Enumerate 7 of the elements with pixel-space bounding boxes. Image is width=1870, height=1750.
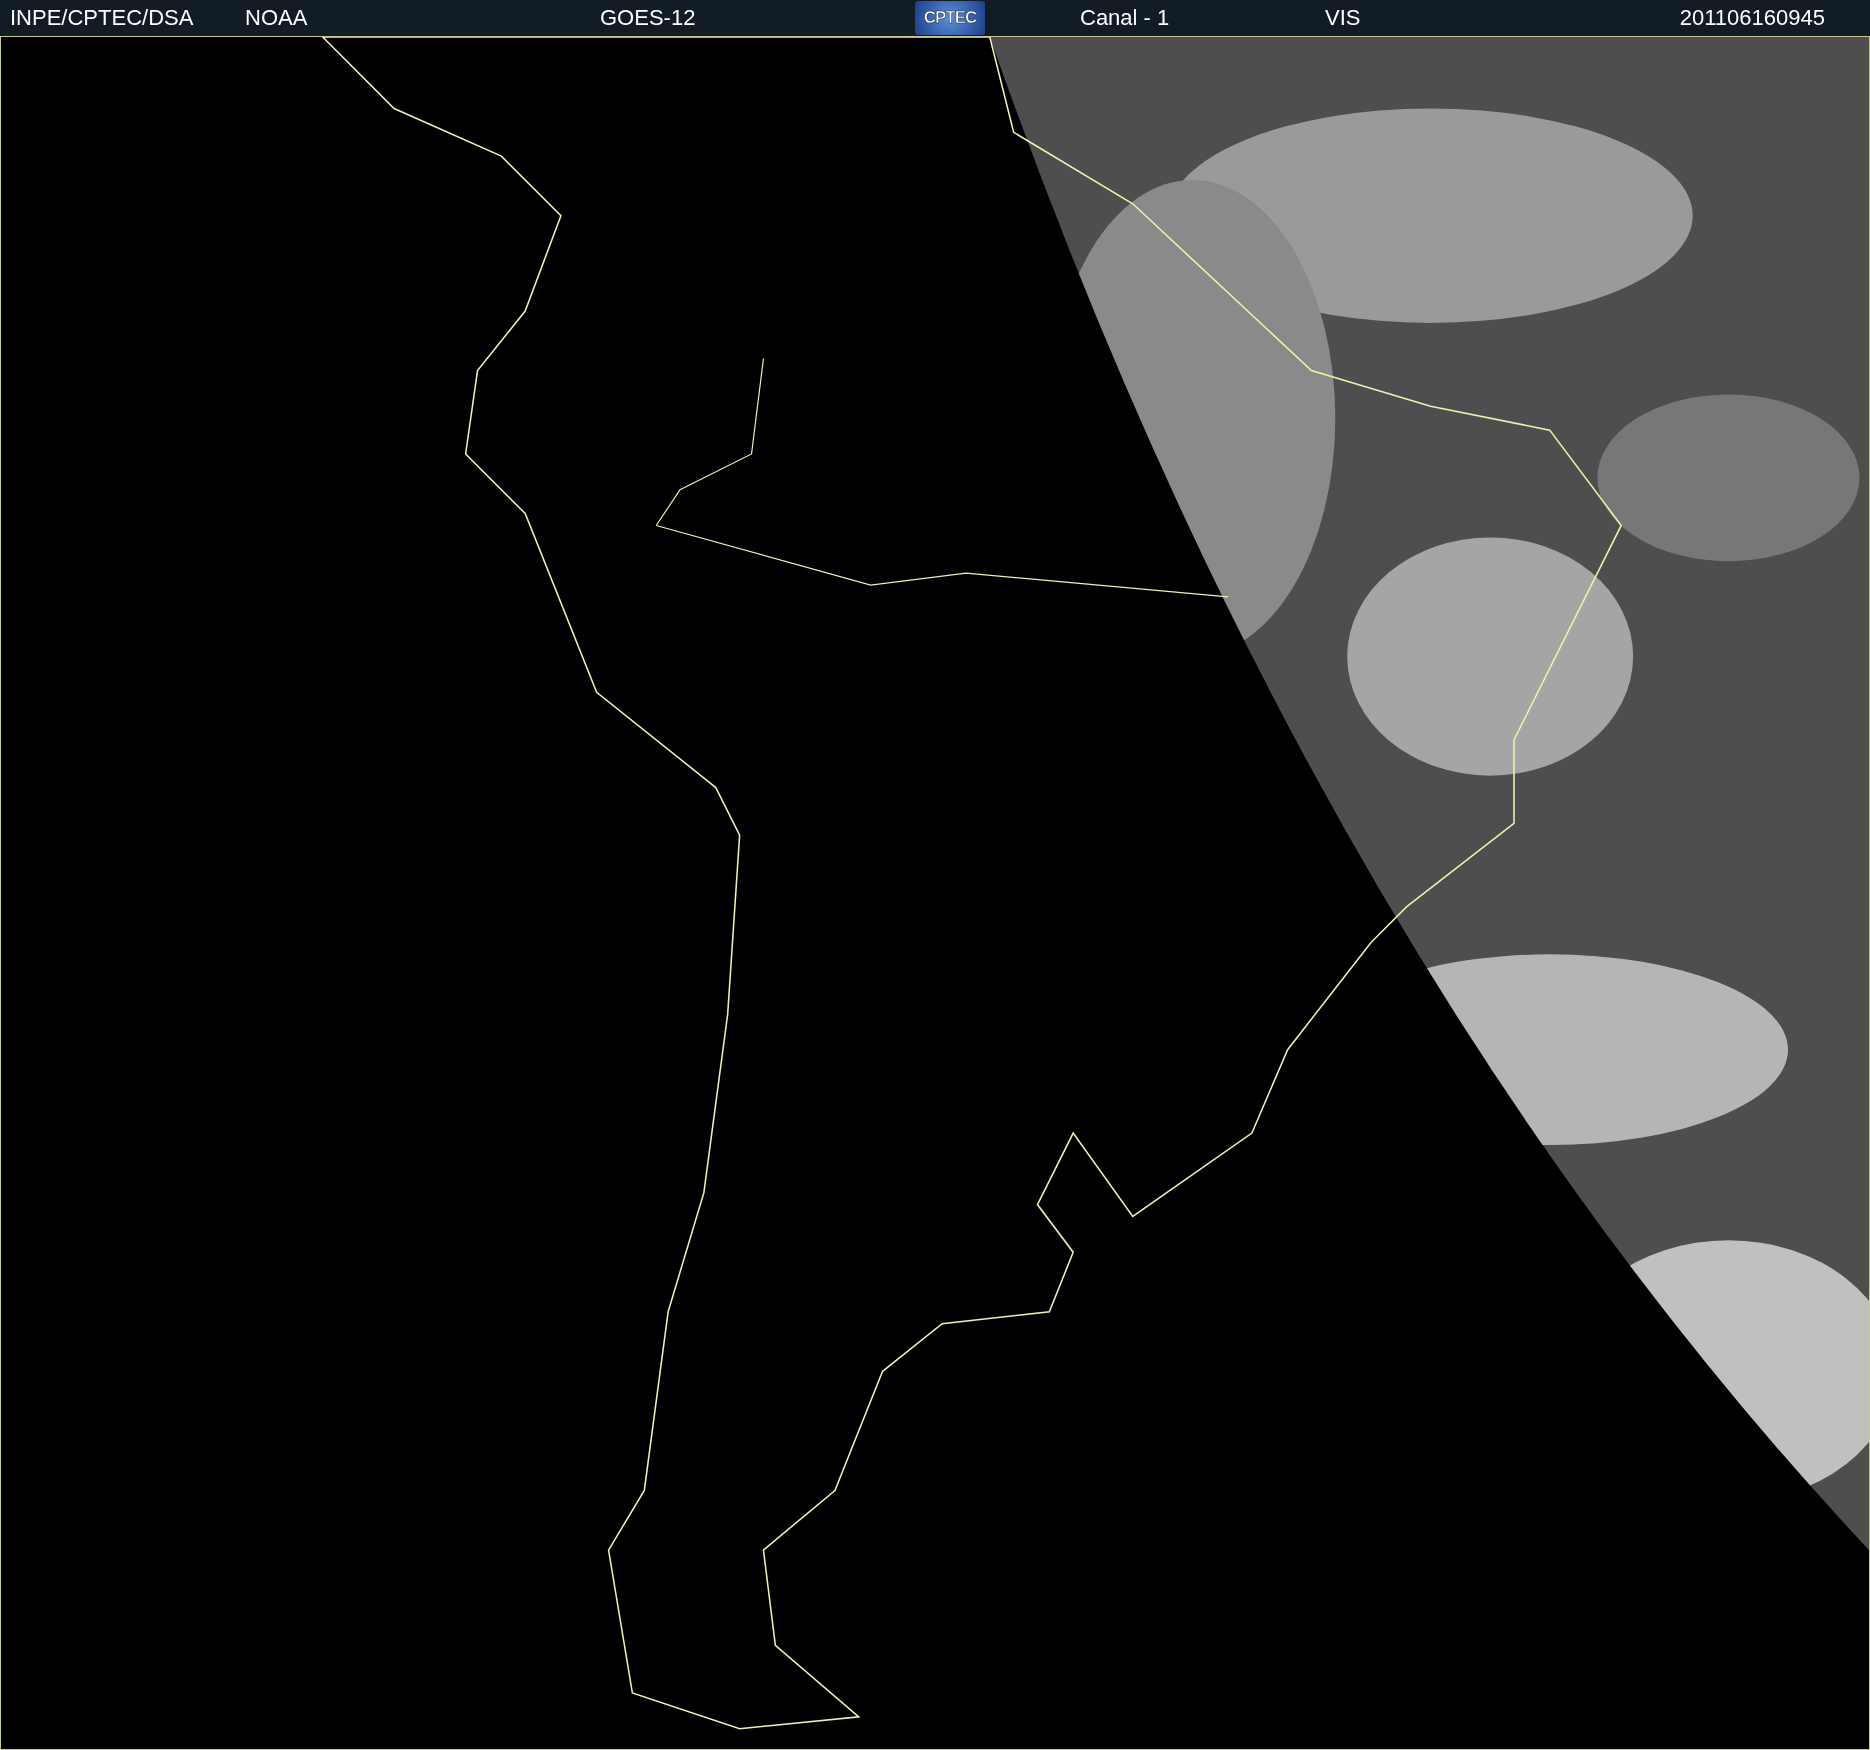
band-label: VIS (1325, 5, 1361, 31)
timestamp-label: 201106160945 (1679, 5, 1825, 31)
logo: CPTEC (915, 1, 985, 35)
agency-label: NOAA (245, 5, 309, 31)
channel-label: Canal - 1 (1080, 5, 1171, 31)
satellite-label: GOES-12 (600, 5, 697, 31)
source-label: INPE/CPTEC/DSA (10, 5, 195, 31)
